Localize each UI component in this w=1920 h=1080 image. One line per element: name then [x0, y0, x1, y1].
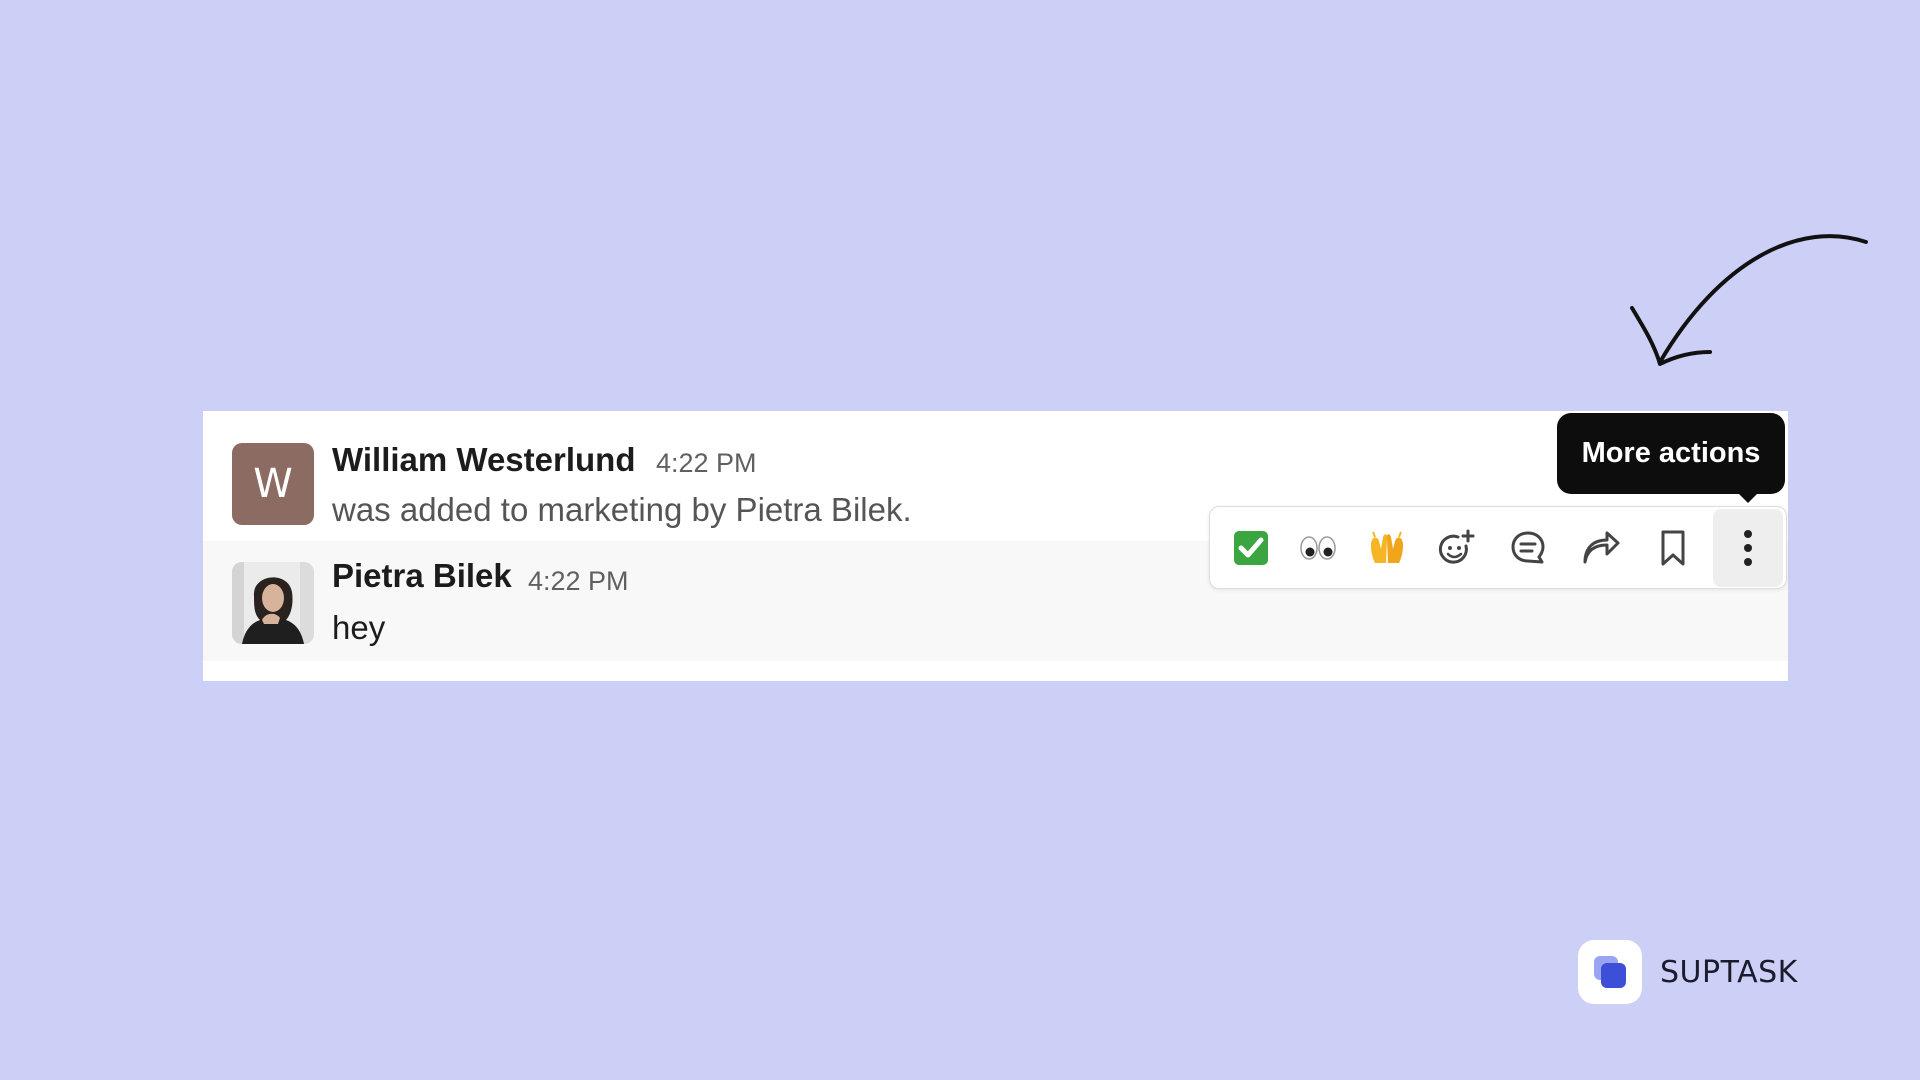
vertical-dots-icon	[1744, 530, 1752, 566]
check-mark-reaction-button[interactable]	[1224, 521, 1278, 575]
bookmark-icon	[1661, 530, 1685, 566]
eyes-icon	[1300, 536, 1336, 560]
speech-bubble-icon	[1511, 531, 1545, 564]
raised-hands-icon	[1371, 531, 1403, 563]
message-author[interactable]: William Westerlund	[332, 441, 635, 479]
suptask-logo-icon	[1578, 940, 1642, 1004]
eyes-reaction-button[interactable]	[1291, 521, 1345, 575]
brand-name: SUPTASK	[1660, 954, 1798, 990]
message-text: hey	[332, 609, 386, 646]
save-for-later-button[interactable]	[1646, 521, 1700, 575]
message-timestamp[interactable]: 4:22 PM	[656, 448, 757, 479]
more-actions-button[interactable]	[1713, 509, 1783, 587]
check-mark-icon	[1234, 531, 1268, 565]
avatar[interactable]: W	[232, 443, 314, 525]
message-author[interactable]: Pietra Bilek	[332, 557, 512, 595]
reply-in-thread-button[interactable]	[1501, 521, 1555, 575]
message-timestamp[interactable]: 4:22 PM	[528, 566, 629, 597]
pointer-arrow-icon	[1630, 234, 1868, 366]
avatar[interactable]	[232, 562, 314, 644]
message-actions-toolbar	[1209, 506, 1787, 589]
tooltip-caret	[1737, 492, 1759, 503]
add-reaction-button[interactable]	[1429, 521, 1483, 575]
message-text: was added to marketing by Pietra Bilek.	[332, 491, 912, 528]
forward-message-button[interactable]	[1574, 521, 1628, 575]
brand: SUPTASK	[1578, 940, 1798, 1004]
panel-footer	[203, 661, 1788, 681]
forward-arrow-icon	[1583, 531, 1620, 564]
emoji-plus-icon	[1438, 529, 1475, 564]
profile-photo-icon	[232, 562, 314, 644]
more-actions-tooltip: More actions	[1557, 413, 1785, 494]
raised-hands-reaction-button[interactable]	[1360, 521, 1414, 575]
